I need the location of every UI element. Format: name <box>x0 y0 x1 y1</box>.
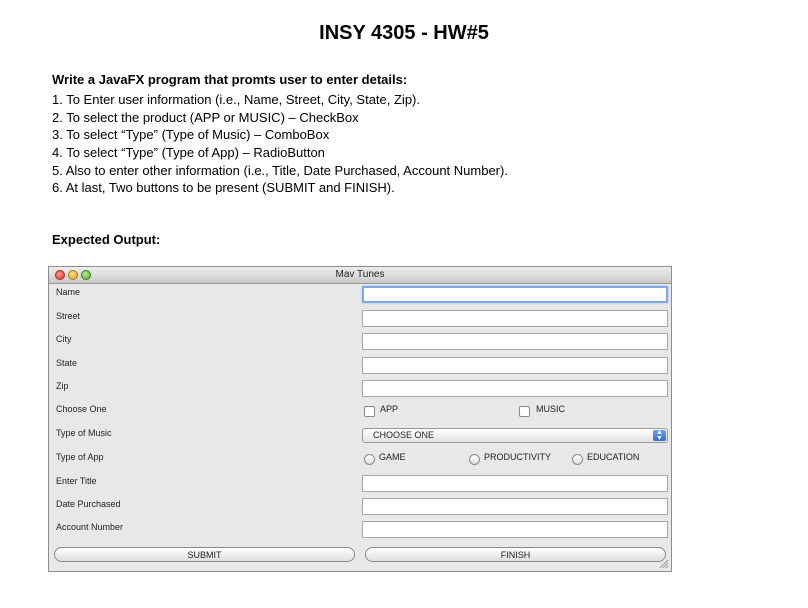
form-row-type-of-music: Type of Music CHOOSE ONE ▲ ▼ <box>49 425 671 447</box>
instruction-item: 4. To select “Type” (Type of App) – Radi… <box>52 145 325 161</box>
close-window-icon[interactable] <box>55 270 65 280</box>
form-row-name: Name <box>49 284 671 306</box>
minimize-window-icon[interactable] <box>68 270 78 280</box>
account-number-label: Account Number <box>56 522 124 532</box>
account-number-field[interactable] <box>362 521 668 538</box>
app-checkbox[interactable] <box>364 406 375 417</box>
instruction-item: 5. Also to enter other information (i.e.… <box>52 162 508 178</box>
name-field[interactable] <box>362 286 668 303</box>
game-radio[interactable] <box>364 454 375 465</box>
zip-label: Zip <box>56 381 69 391</box>
submit-button[interactable]: SUBMIT <box>54 547 355 562</box>
productivity-radio[interactable] <box>469 454 480 465</box>
zoom-window-icon[interactable] <box>81 270 91 280</box>
music-checkbox-label: MUSIC <box>536 404 565 414</box>
music-type-combobox[interactable]: CHOOSE ONE ▲ ▼ <box>362 428 668 443</box>
form-row-city: City <box>49 331 671 353</box>
form-row-zip: Zip <box>49 378 671 400</box>
window-titlebar[interactable]: Mav Tunes <box>49 267 671 284</box>
form-row-account-number: Account Number <box>49 519 671 541</box>
combobox-selected-value: CHOOSE ONE <box>373 430 435 440</box>
instructions-list: 1. To Enter user information (i.e., Name… <box>52 91 508 197</box>
street-label: Street <box>56 311 81 321</box>
name-label: Name <box>56 287 81 297</box>
window-title: Mav Tunes <box>335 269 385 280</box>
title-field[interactable] <box>362 475 668 492</box>
zip-field[interactable] <box>362 380 668 397</box>
updown-arrows-icon[interactable]: ▲ ▼ <box>653 429 666 442</box>
form-row-enter-title: Enter Title <box>49 473 671 495</box>
game-radio-label: GAME <box>379 452 406 462</box>
music-checkbox[interactable] <box>519 406 530 417</box>
type-of-music-label: Type of Music <box>56 428 112 438</box>
form-row-type-of-app: Type of App GAME PRODUCTIVITY EDUCATION <box>49 449 671 471</box>
form-row-date-purchased: Date Purchased <box>49 496 671 518</box>
education-radio[interactable] <box>572 454 583 465</box>
resize-grip-icon[interactable] <box>659 559 669 569</box>
state-label: State <box>56 358 78 368</box>
form-row-street: Street <box>49 308 671 330</box>
date-purchased-field[interactable] <box>362 498 668 515</box>
instruction-item: 1. To Enter user information (i.e., Name… <box>52 92 420 107</box>
instructions-heading: Write a JavaFX program that promts user … <box>52 72 408 87</box>
instruction-item: 2. To select the product (APP or MUSIC) … <box>52 109 359 125</box>
expected-output-label: Expected Output: <box>52 232 161 247</box>
instruction-item: 3. To select “Type” (Type of Music) – Co… <box>52 127 330 143</box>
mav-tunes-window: Mav Tunes Name Street City State Zip Cho… <box>48 266 672 572</box>
date-purchased-label: Date Purchased <box>56 499 121 509</box>
document-title: INSY 4305 - HW#5 <box>319 22 489 44</box>
enter-title-label: Enter Title <box>56 476 97 486</box>
education-radio-label: EDUCATION <box>587 452 640 462</box>
type-of-app-label: Type of App <box>56 452 104 462</box>
city-field[interactable] <box>362 333 668 350</box>
street-field[interactable] <box>362 310 668 327</box>
city-label: City <box>56 334 72 344</box>
form-row-choose-one: Choose One APP MUSIC <box>49 401 671 423</box>
productivity-radio-label: PRODUCTIVITY <box>484 452 552 462</box>
form-row-state: State <box>49 355 671 377</box>
instruction-item: 6. At last, Two buttons to be present (S… <box>52 180 395 196</box>
choose-one-label: Choose One <box>56 404 107 414</box>
finish-button[interactable]: FINISH <box>365 547 666 562</box>
state-field[interactable] <box>362 357 668 374</box>
app-checkbox-label: APP <box>380 404 399 414</box>
